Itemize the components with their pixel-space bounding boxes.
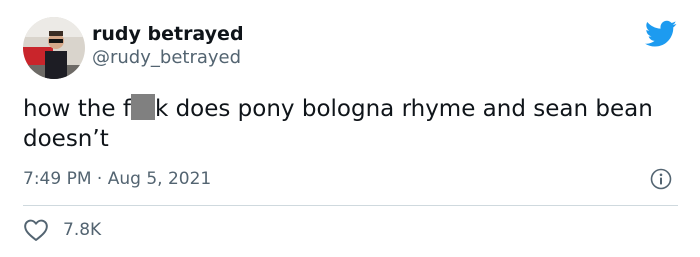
tweet-card: rudy betrayed @rudy_betrayed how the fk … bbox=[0, 0, 700, 257]
twitter-bird-icon[interactable] bbox=[645, 20, 677, 48]
meta-separator: · bbox=[96, 169, 103, 189]
display-name[interactable]: rudy betrayed bbox=[92, 22, 244, 46]
tweet-time: 7:49 PM bbox=[23, 169, 92, 189]
like-count: 7.8K bbox=[63, 220, 102, 240]
tweet-text: how the fk does pony bologna rhyme and s… bbox=[23, 94, 678, 154]
info-icon[interactable] bbox=[650, 168, 672, 190]
heart-icon bbox=[24, 219, 48, 241]
censor-block bbox=[130, 94, 155, 120]
user-handle[interactable]: @rudy_betrayed bbox=[92, 46, 244, 70]
author-names: rudy betrayed @rudy_betrayed bbox=[92, 22, 244, 70]
tweet-timestamp[interactable]: 7:49 PM · Aug 5, 2021 bbox=[23, 167, 211, 191]
tweet-date: Aug 5, 2021 bbox=[107, 169, 212, 189]
tweet-header: rudy betrayed @rudy_betrayed bbox=[23, 17, 244, 79]
tweet-text-start: how the f bbox=[23, 96, 131, 122]
avatar[interactable] bbox=[23, 17, 85, 79]
divider bbox=[23, 205, 678, 206]
like-button[interactable]: 7.8K bbox=[23, 218, 101, 242]
